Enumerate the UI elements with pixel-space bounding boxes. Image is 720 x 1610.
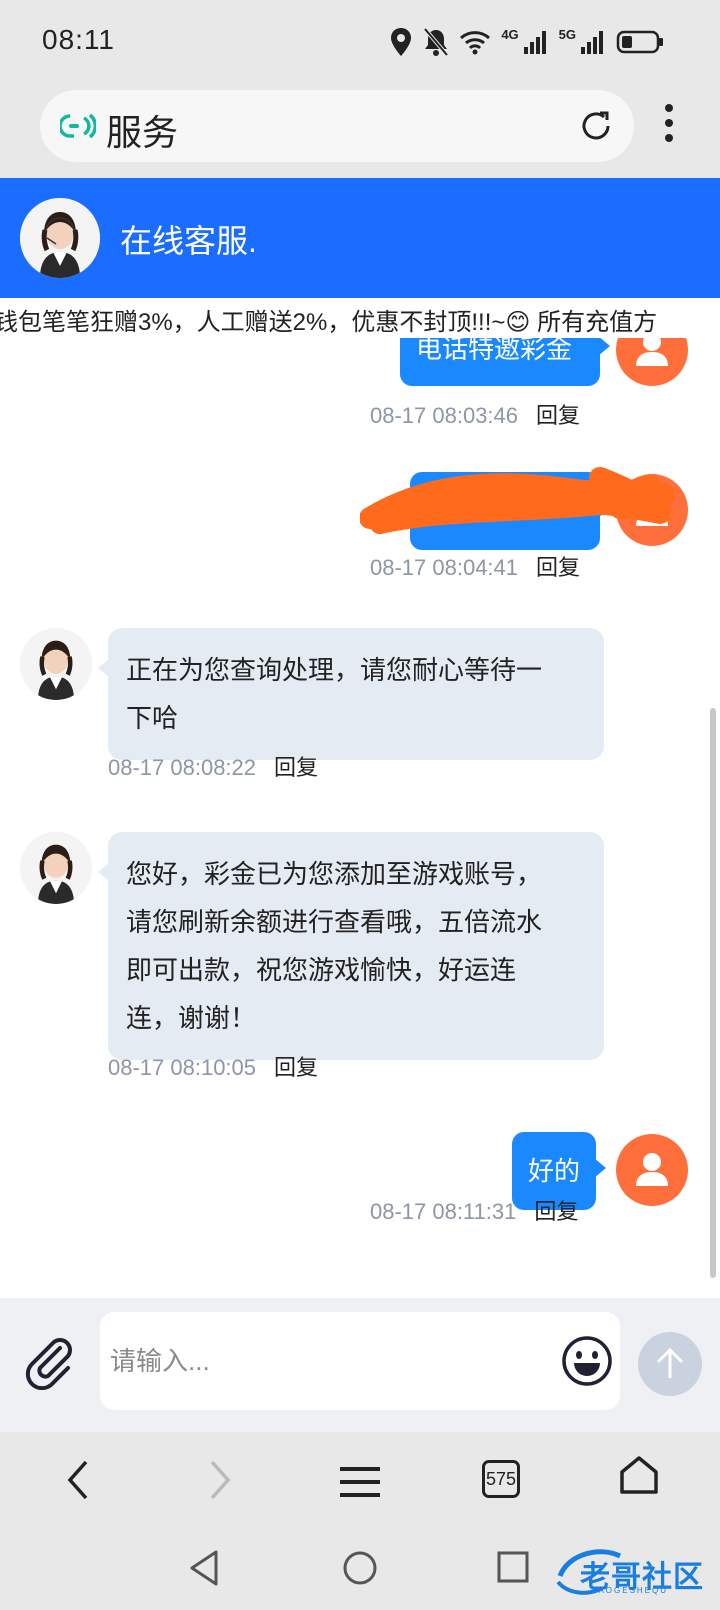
agent-avatar — [20, 832, 92, 904]
message-bubble-outgoing: 电话特邀彩金 — [400, 338, 610, 386]
menu-icon[interactable] — [340, 1466, 380, 1498]
message-text: 好的 — [528, 1156, 581, 1186]
message-line: 连，谢谢！ — [126, 1003, 257, 1033]
tabs-icon[interactable]: 575 — [482, 1460, 520, 1498]
announcement-text: 钱包笔笔狂赠3%，人工赠送2%，优惠不封顶!!!~😊 所有充值方 — [0, 309, 658, 336]
home-circle-icon[interactable] — [342, 1548, 378, 1588]
chat-header: 在线客服. — [0, 178, 720, 298]
message-text: 电话特邀彩金 — [416, 338, 573, 364]
reply-button[interactable]: 回复 — [536, 555, 580, 580]
message-meta: 08-17 08:08:22 回复 — [108, 750, 318, 782]
arrow-up-icon — [656, 1347, 684, 1378]
message-bubble-incoming: 您好，彩金已为您添加至游戏账号， 请您刷新余额进行查看哦，五倍流水 即可出款，祝… — [98, 832, 604, 1060]
message-timestamp: 08-17 08:04:41 — [370, 555, 519, 580]
message-line: 请您刷新余额进行查看哦，五倍流水 — [126, 907, 543, 937]
location-icon — [391, 28, 412, 56]
agent-avatar — [20, 198, 100, 278]
message-timestamp: 08-17 08:11:31 — [370, 1199, 517, 1224]
site-connection-icon — [60, 113, 96, 139]
network-type-1: 4G — [501, 26, 519, 42]
page-title: 服务 — [106, 112, 179, 153]
message-meta: 08-17 08:10:05 回复 — [108, 1050, 318, 1082]
back-triangle-icon[interactable] — [188, 1548, 220, 1588]
status-time: 08:11 — [42, 24, 115, 55]
paperclip-icon[interactable] — [22, 1334, 78, 1390]
back-icon[interactable] — [64, 1458, 94, 1502]
reply-button[interactable]: 回复 — [274, 755, 318, 780]
message-bubble-incoming: 正在为您查询处理，请您耐心等待一 下哈 — [98, 628, 604, 760]
reload-icon[interactable] — [578, 108, 614, 144]
signal-icon — [581, 31, 603, 54]
message-line: 即可出款，祝您游戏愉快，好运连 — [126, 955, 517, 985]
message-meta: 08-17 08:03:46 回复 — [370, 398, 580, 430]
send-button[interactable] — [638, 1332, 702, 1396]
recents-square-icon[interactable] — [496, 1550, 530, 1586]
browser-toolbar: 575 — [0, 1432, 720, 1534]
scrollbar[interactable] — [710, 708, 716, 1278]
message-line: 正在为您查询处理，请您耐心等待一 — [126, 655, 543, 685]
person-icon — [636, 338, 668, 366]
signal-icon — [523, 31, 546, 54]
smiley-icon[interactable] — [560, 1334, 614, 1388]
message-timestamp: 08-17 08:10:05 — [108, 1055, 257, 1080]
reply-button[interactable]: 回复 — [274, 1055, 318, 1080]
notifications-off-icon — [423, 27, 449, 57]
home-icon[interactable] — [618, 1454, 660, 1496]
message-list[interactable]: 电话特邀彩金 08-17 08:03:46 回复 08-17 08:04:41 回复… — [0, 338, 720, 1298]
message-meta: 08-17 08:04:41 回复 — [370, 550, 580, 582]
message-meta: 08-17 08:11:31 回复 — [370, 1194, 578, 1226]
message-timestamp: 08-17 08:08:22 — [108, 755, 257, 780]
user-avatar — [616, 1134, 688, 1206]
reply-button[interactable]: 回复 — [534, 1199, 578, 1224]
message-timestamp: 08-17 08:03:46 — [370, 403, 519, 428]
composer — [0, 1298, 720, 1432]
message-input[interactable] — [110, 1336, 530, 1386]
battery-icon — [616, 30, 663, 54]
message-line: 下哈 — [126, 703, 179, 733]
network-type-2: 5G — [558, 26, 576, 42]
watermark-subtext: LAOGESHEQU — [592, 1586, 669, 1595]
status-bar: 08:11 4G 5G — [0, 0, 720, 84]
message-line: 您好，彩金已为您添加至游戏账号， — [126, 859, 543, 889]
reply-button[interactable]: 回复 — [536, 403, 580, 428]
person-icon — [636, 1153, 668, 1186]
system-navigation-bar: 老哥社区 LAOGESHEQU — [0, 1534, 720, 1610]
watermark-logo: 老哥社区 LAOGESHEQU — [554, 1542, 714, 1602]
wifi-icon — [460, 31, 491, 55]
more-vertical-icon[interactable] — [660, 104, 678, 148]
message-input-box[interactable] — [100, 1312, 620, 1410]
chat-title: 在线客服. — [120, 223, 257, 259]
forward-icon[interactable] — [204, 1458, 234, 1502]
browser-address-bar: 服务 — [0, 84, 720, 178]
user-avatar — [616, 338, 688, 386]
status-icons: 4G 5G — [389, 22, 664, 62]
announcement-marquee: 钱包笔笔狂赠3%，人工赠送2%，优惠不封顶!!!~😊 所有充值方 — [0, 298, 720, 338]
agent-avatar — [20, 628, 92, 700]
redaction-scribble — [360, 467, 676, 534]
url-field[interactable]: 服务 — [40, 90, 634, 162]
